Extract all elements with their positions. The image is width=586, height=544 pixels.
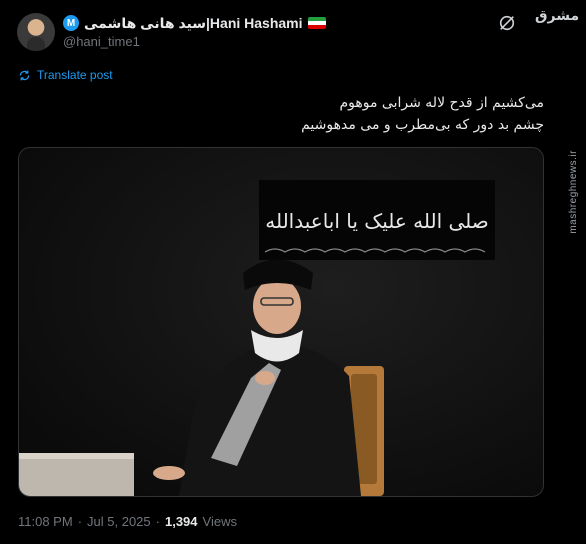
translate-post-label[interactable]: Translate post xyxy=(37,68,113,82)
photo-scene: صلی الله علیک یا اباعبدالله xyxy=(19,148,543,496)
face xyxy=(253,278,301,334)
grok-icon[interactable] xyxy=(498,14,516,32)
views-label: Views xyxy=(202,514,237,529)
meta-separator: · xyxy=(77,514,83,529)
translate-icon xyxy=(19,70,30,80)
site-watermark-url: mashreghnews.ir xyxy=(568,150,579,234)
hand-on-chest xyxy=(255,371,275,385)
post-time[interactable]: 11:08 PM xyxy=(18,514,73,529)
tweet-text: می‌کشیم از قدح لاله شرابی موهوم چشم بد د… xyxy=(301,92,544,136)
views-count: 1,394 xyxy=(164,514,198,529)
avatar[interactable] xyxy=(17,13,55,51)
banner-calligraphy: صلی الله علیک یا اباعبدالله xyxy=(265,209,489,233)
meta-separator: · xyxy=(155,514,160,529)
translate-post-link[interactable]: Translate post xyxy=(18,68,113,82)
iran-flag-icon xyxy=(307,17,326,29)
author-display-name[interactable]: سید هانی هاشمی|Hani Hashami xyxy=(84,15,303,32)
tweet-photo[interactable]: صلی الله علیک یا اباعبدالله xyxy=(18,147,544,497)
post-date[interactable]: Jul 5, 2025 xyxy=(87,514,151,529)
sofa-cushion xyxy=(19,453,134,496)
tweet-line: می‌کشیم از قدح لاله شرابی موهوم xyxy=(339,95,544,111)
author-handle[interactable]: @hani_time1 xyxy=(63,34,140,49)
affiliation-badge: M xyxy=(63,15,79,31)
tweet-line: چشم بد دور که بی‌مطرب و می مدهوشیم xyxy=(301,117,544,133)
author-name-row[interactable]: M سید هانی هاشمی|Hani Hashami xyxy=(63,13,326,33)
tweet-metadata: 11:08 PM · Jul 5, 2025 · 1,394 Views xyxy=(18,514,237,529)
site-watermark-logo: مشرق xyxy=(535,8,580,24)
